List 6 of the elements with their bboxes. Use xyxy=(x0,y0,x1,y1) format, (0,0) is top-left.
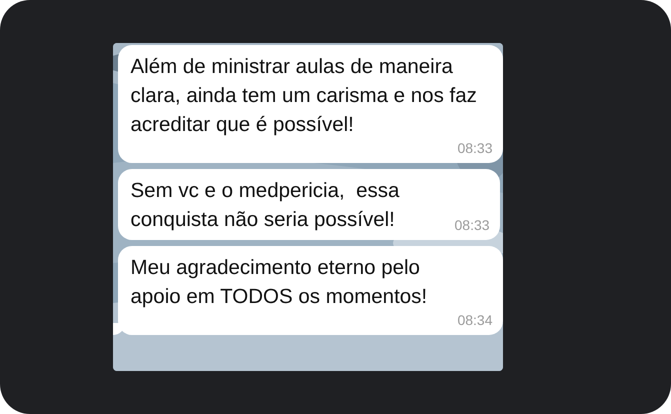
message-text: Além de ministrar aulas de maneira clara, ainda tem um carisma e nos faz acreditar que é possível! xyxy=(130,54,478,138)
message-time: 08:33 xyxy=(456,139,492,157)
message-time: 08:33 xyxy=(454,216,490,234)
message-text: Meu agradecimento eterno pelo apoio em TODOS os momentos! xyxy=(130,255,428,310)
message-text: Sem vc e o medpericia, essa conquista não seria possível! xyxy=(130,178,400,233)
message-time: 08:34 xyxy=(456,311,492,329)
